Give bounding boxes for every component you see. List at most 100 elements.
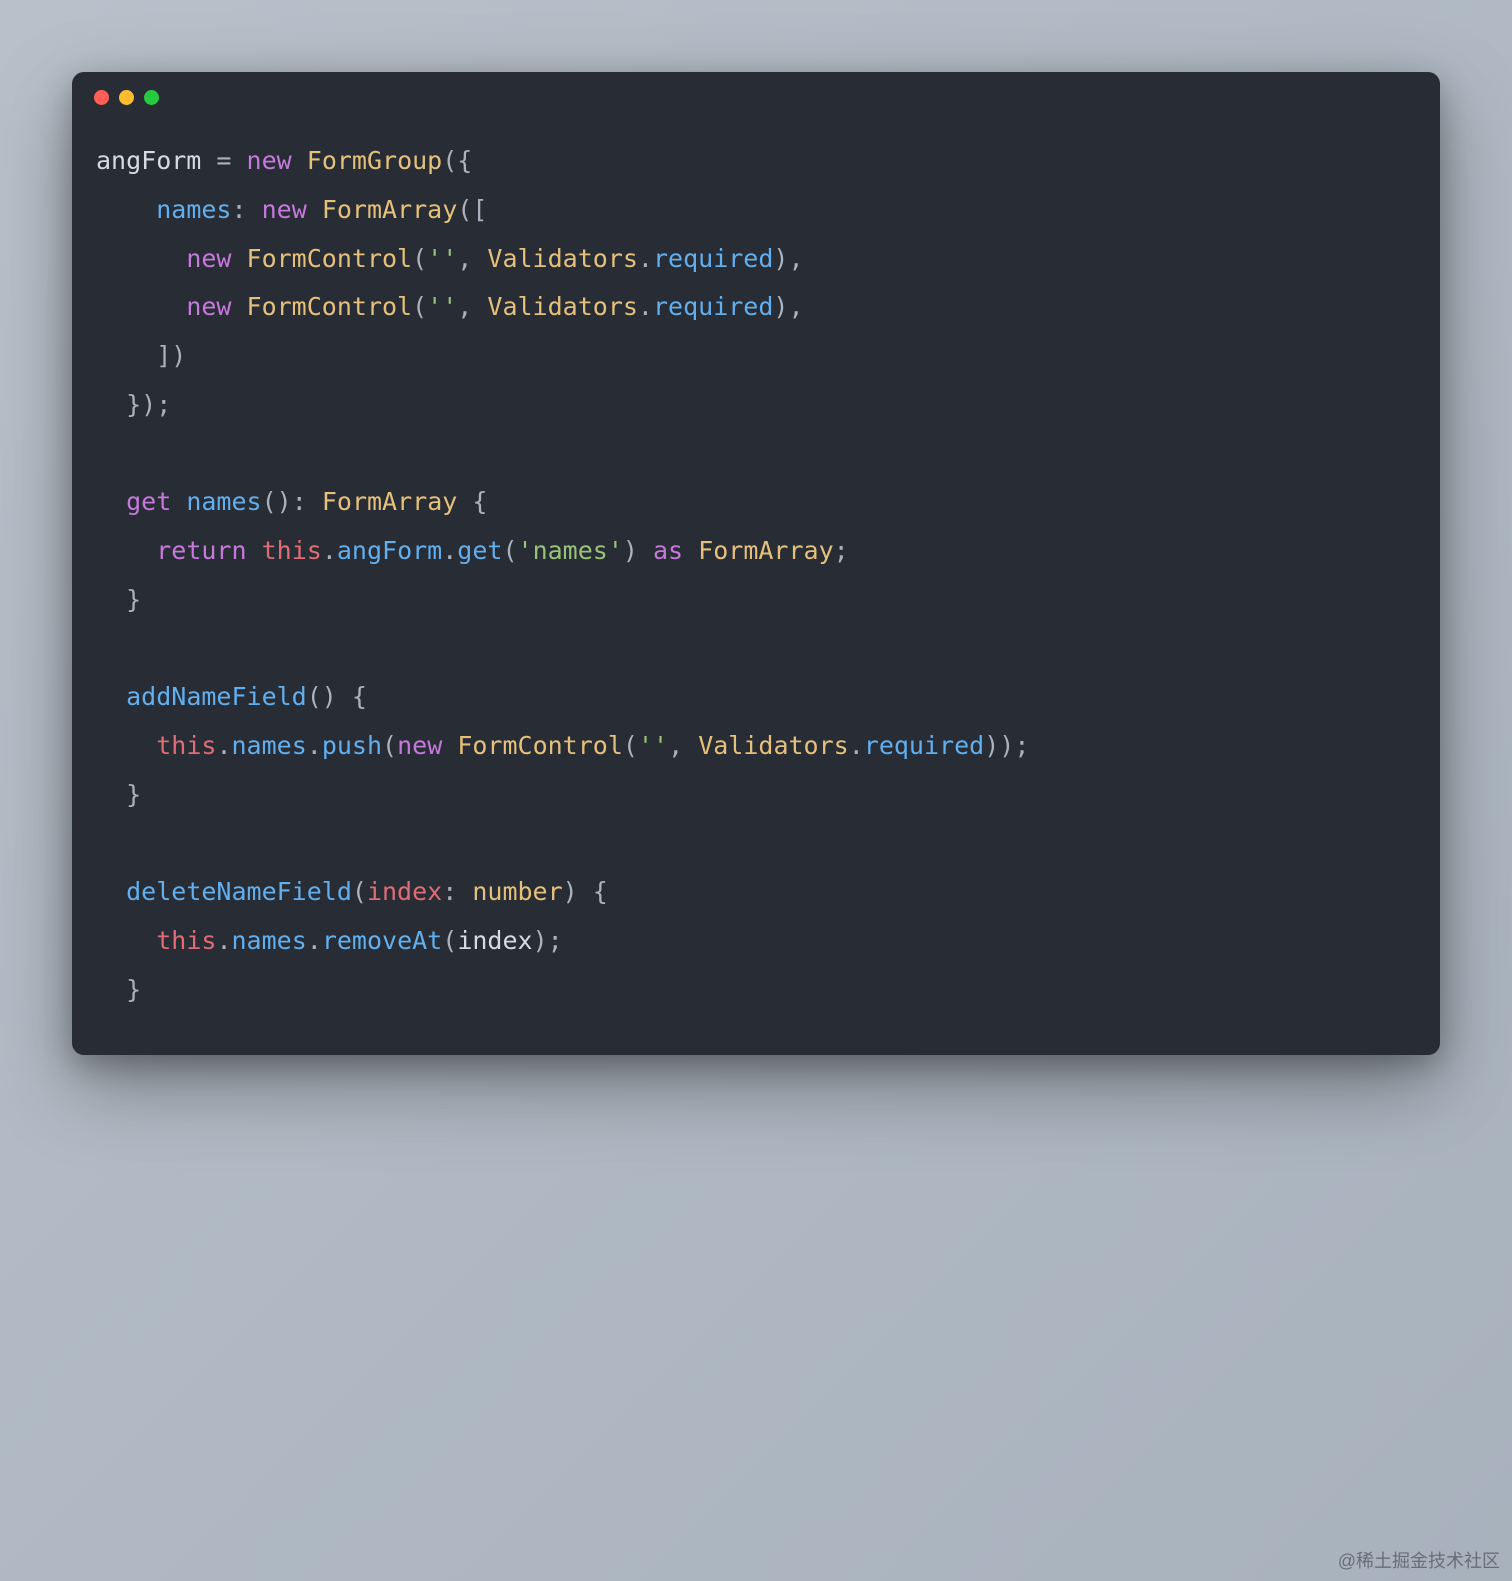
code-token xyxy=(96,731,156,760)
code-token: FormGroup xyxy=(307,146,442,175)
code-token: push xyxy=(322,731,382,760)
code-token: '' xyxy=(638,731,668,760)
minimize-icon[interactable] xyxy=(119,90,134,105)
code-token: this xyxy=(156,731,216,760)
code-token: . xyxy=(307,731,322,760)
code-token: names xyxy=(156,195,231,224)
code-token: names xyxy=(232,731,307,760)
code-token: addNameField xyxy=(126,682,307,711)
code-token: : xyxy=(292,487,307,516)
code-token: : xyxy=(442,877,457,906)
code-token: ( xyxy=(352,877,367,906)
code-token: index xyxy=(457,926,532,955)
code-token: ( xyxy=(502,536,517,565)
code-token: ) xyxy=(773,244,788,273)
code-token xyxy=(96,585,126,614)
code-token: ( xyxy=(412,292,427,321)
code-token xyxy=(96,536,156,565)
code-token xyxy=(96,877,126,906)
code-token: , xyxy=(457,244,472,273)
code-token: ) xyxy=(773,292,788,321)
code-token xyxy=(337,682,352,711)
code-token xyxy=(247,195,262,224)
code-token xyxy=(96,292,186,321)
code-token: required xyxy=(653,292,773,321)
code-token xyxy=(96,195,156,224)
window-titlebar xyxy=(72,72,1440,107)
code-token: FormArray xyxy=(322,487,457,516)
code-token xyxy=(96,390,126,419)
code-token: this xyxy=(262,536,322,565)
maximize-icon[interactable] xyxy=(144,90,159,105)
code-token: Validators xyxy=(487,244,638,273)
code-token: . xyxy=(322,536,337,565)
code-token: number xyxy=(472,877,562,906)
code-token xyxy=(96,341,156,370)
code-token: ) xyxy=(171,341,186,370)
code-token xyxy=(171,487,186,516)
code-token: } xyxy=(126,390,141,419)
code-token: removeAt xyxy=(322,926,442,955)
code-token xyxy=(96,487,126,516)
code-token: . xyxy=(216,926,231,955)
code-token xyxy=(96,926,156,955)
code-token: ( xyxy=(457,195,472,224)
code-token: ( xyxy=(382,731,397,760)
code-token: get xyxy=(457,536,502,565)
code-token: '' xyxy=(427,292,457,321)
code-token: ; xyxy=(834,536,849,565)
code-token: deleteNameField xyxy=(126,877,352,906)
code-token xyxy=(292,146,307,175)
code-token: ) xyxy=(563,877,578,906)
code-token: ( xyxy=(307,682,322,711)
code-token: ; xyxy=(156,390,171,419)
code-token: return xyxy=(156,536,246,565)
code-token: ) xyxy=(533,926,548,955)
code-token xyxy=(96,244,186,273)
code-token: Validators xyxy=(698,731,849,760)
code-token: new xyxy=(262,195,307,224)
code-token: FormArray xyxy=(322,195,457,224)
code-window: angForm = new FormGroup({ names: new For… xyxy=(72,72,1440,1055)
code-token xyxy=(457,487,472,516)
code-token xyxy=(472,292,487,321)
close-icon[interactable] xyxy=(94,90,109,105)
code-token: ) xyxy=(141,390,156,419)
code-token: . xyxy=(638,292,653,321)
code-token: { xyxy=(472,487,487,516)
code-block: angForm = new FormGroup({ names: new For… xyxy=(72,107,1440,1055)
code-token: names xyxy=(232,926,307,955)
code-token xyxy=(96,975,126,1004)
code-token: ; xyxy=(1014,731,1029,760)
code-token: { xyxy=(352,682,367,711)
code-token xyxy=(442,731,457,760)
code-token xyxy=(96,682,126,711)
code-token: ( xyxy=(262,487,277,516)
code-token: ) xyxy=(277,487,292,516)
code-token: Validators xyxy=(487,292,638,321)
code-token: ) xyxy=(984,731,999,760)
code-token: . xyxy=(442,536,457,565)
code-token: new xyxy=(247,146,292,175)
code-token: . xyxy=(307,926,322,955)
code-token: required xyxy=(864,731,984,760)
code-token: index xyxy=(367,877,442,906)
code-token: ( xyxy=(442,926,457,955)
code-token: angForm xyxy=(337,536,442,565)
code-token xyxy=(231,244,246,273)
code-token: 'names' xyxy=(518,536,623,565)
code-token xyxy=(247,536,262,565)
code-token xyxy=(638,536,653,565)
code-token xyxy=(683,536,698,565)
code-token xyxy=(307,487,322,516)
code-token: : xyxy=(231,195,246,224)
code-token: ; xyxy=(548,926,563,955)
code-token: '' xyxy=(427,244,457,273)
code-token: this xyxy=(156,926,216,955)
code-token: { xyxy=(457,146,472,175)
code-token: . xyxy=(638,244,653,273)
code-token: ) xyxy=(623,536,638,565)
code-token: , xyxy=(788,292,803,321)
code-token: FormControl xyxy=(247,292,413,321)
code-token: get xyxy=(126,487,171,516)
